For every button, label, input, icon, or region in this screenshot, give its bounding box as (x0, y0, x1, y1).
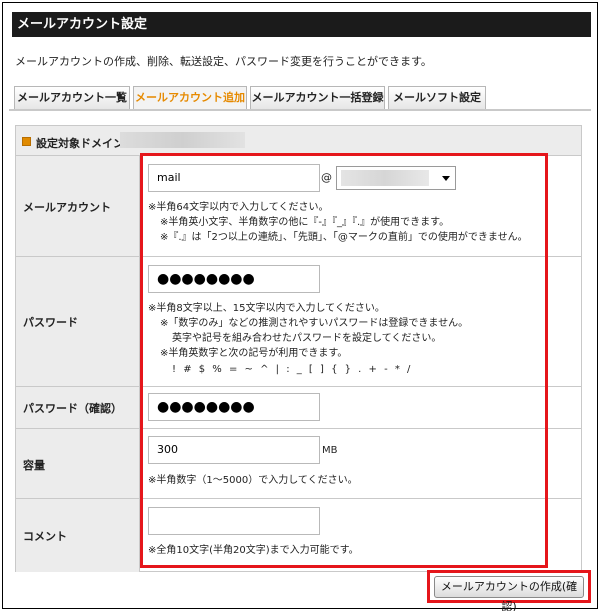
tab-divider (9, 109, 591, 111)
tab-account-list[interactable]: メールアカウント一覧 (14, 86, 130, 109)
password-label: パスワード (23, 316, 78, 329)
tab-mail-software[interactable]: メールソフト設定 (388, 86, 486, 109)
account-label-cell: メールアカウント (16, 156, 140, 256)
comment-label: コメント (23, 530, 67, 543)
create-account-confirm-button[interactable]: メールアカウントの作成(確認) (434, 576, 584, 611)
quota-label: 容量 (23, 459, 45, 472)
account-label: メールアカウント (23, 201, 111, 214)
tab-bulk-register[interactable]: メールアカウント一括登録 (250, 86, 385, 109)
page-description: メールアカウントの作成、削除、転送設定、パスワード変更を行うことができます。 (15, 55, 432, 68)
domain-label: 設定対象ドメイン (36, 137, 124, 150)
password-confirm-label-cell: パスワード（確認） (16, 387, 140, 428)
domain-row: 設定対象ドメイン (16, 126, 581, 156)
quota-label-cell: 容量 (16, 429, 140, 498)
page-title: メールアカウント設定 (9, 12, 591, 37)
password-confirm-label: パスワード（確認） (23, 402, 122, 415)
highlight-form-box (140, 153, 548, 568)
domain-value-redacted (120, 132, 245, 148)
password-label-cell: パスワード (16, 257, 140, 386)
comment-label-cell: コメント (16, 499, 140, 572)
tab-account-add[interactable]: メールアカウント追加 (133, 86, 247, 110)
square-bullet-icon (22, 137, 31, 146)
